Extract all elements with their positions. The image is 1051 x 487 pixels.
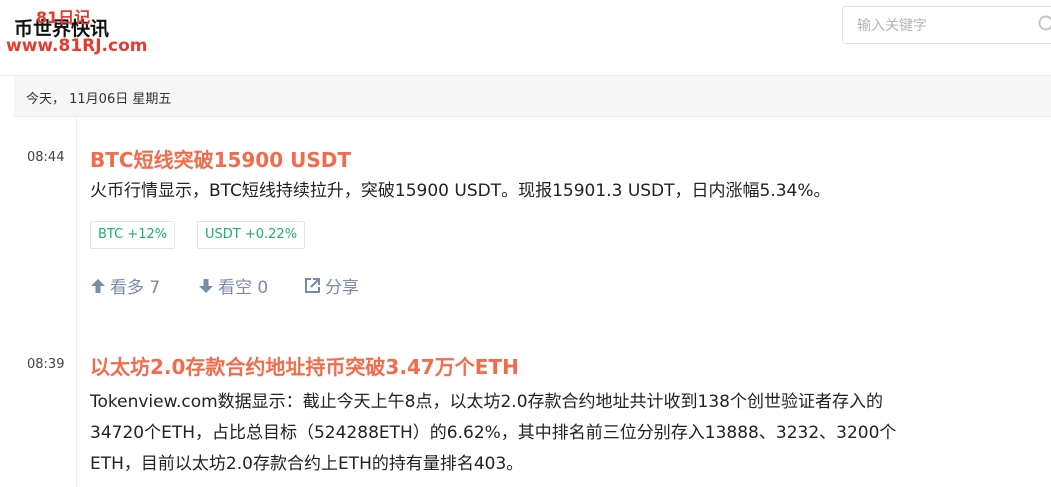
search-input[interactable] <box>855 7 1029 45</box>
bull-label: 看多 7 <box>110 278 161 298</box>
date-label: 今天， 11月06日 星期五 <box>26 92 172 107</box>
news-time: 08:44 <box>27 150 65 165</box>
search-box <box>842 6 1051 45</box>
coin-tag-usdt[interactable]: USDT +0.22% <box>197 221 306 249</box>
watermark-url: www.81RJ.com <box>6 36 148 56</box>
news-body-line: 34720个ETH，占比总目标（524288ETH）的6.62%，其中排名前三位… <box>90 423 897 443</box>
news-title[interactable]: 以太坊2.0存款合约地址持币突破3.47万个ETH <box>90 351 519 380</box>
share-label: 分享 <box>325 278 359 298</box>
header: 币世界快讯 81日记 www.81RJ.com <box>0 0 1051 76</box>
share-icon <box>305 278 320 293</box>
coin-tag-btc[interactable]: BTC +12% <box>90 221 176 249</box>
watermark-text: 81日记 <box>36 8 91 27</box>
bear-label: 看空 0 <box>218 278 269 298</box>
arrow-down-icon <box>199 278 213 293</box>
timeline-line <box>76 117 77 487</box>
news-body: 火币行情显示，BTC短线持续拉升，突破15900 USDT。现报15901.3 … <box>90 181 831 201</box>
bear-button[interactable]: 看空 0 <box>198 273 268 298</box>
bull-button[interactable]: 看多 7 <box>90 273 160 298</box>
news-body: Tokenview.com数据显示：截止今天上午8点，以太坊2.0存款合约地址共… <box>90 387 1025 480</box>
news-body-line: ETH，目前以太坊2.0存款合约上ETH的持有量排名403。 <box>90 454 524 474</box>
date-bar: 今天， 11月06日 星期五 <box>14 76 1051 117</box>
share-button[interactable]: 分享 <box>304 273 359 298</box>
news-title[interactable]: BTC短线突破15900 USDT <box>90 144 351 173</box>
news-body-line: Tokenview.com数据显示：截止今天上午8点，以太坊2.0存款合约地址共… <box>90 392 883 412</box>
arrow-up-icon <box>91 278 105 293</box>
search-icon[interactable] <box>1038 15 1051 35</box>
news-time: 08:39 <box>27 357 65 372</box>
